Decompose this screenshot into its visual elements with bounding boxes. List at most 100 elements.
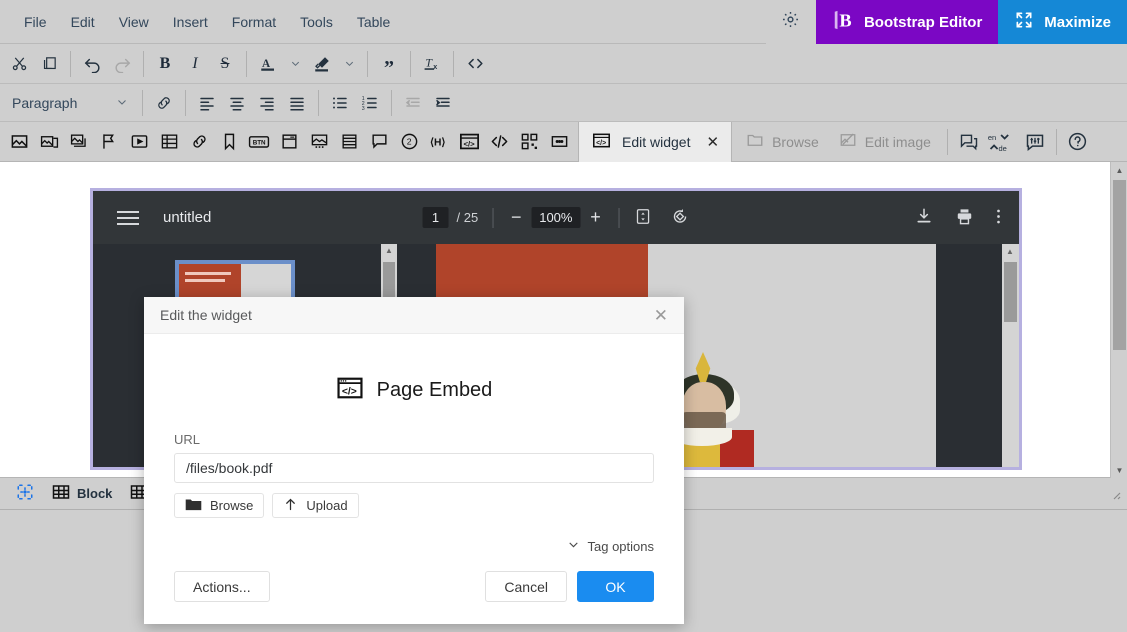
- rotate-button[interactable]: [670, 207, 689, 229]
- bold-button[interactable]: B: [150, 50, 180, 78]
- url-input[interactable]: [174, 453, 654, 483]
- fit-page-button[interactable]: [633, 207, 652, 229]
- insert-layers-button[interactable]: [64, 128, 94, 156]
- align-center-icon: [228, 94, 246, 112]
- scrollbar-thumb[interactable]: [1004, 262, 1017, 322]
- insert-bookmark-button[interactable]: [214, 128, 244, 156]
- svg-text:</>: </>: [341, 387, 356, 398]
- pdf-more-button[interactable]: [996, 207, 1001, 229]
- edit-widget-tab[interactable]: </> Edit widget ✕: [578, 121, 733, 162]
- zoom-out-button[interactable]: −: [507, 207, 525, 228]
- undo-button[interactable]: [77, 50, 107, 78]
- insert-stack-list-button[interactable]: [334, 128, 364, 156]
- cut-button[interactable]: [4, 50, 34, 78]
- url-field-label: URL: [174, 432, 201, 447]
- highlight-color-dropdown-button[interactable]: [337, 50, 361, 78]
- menu-item-table[interactable]: Table: [345, 8, 402, 36]
- outdent-button[interactable]: [398, 89, 428, 117]
- actions-button[interactable]: Actions...: [174, 571, 270, 602]
- menu-item-view[interactable]: View: [107, 8, 161, 36]
- dialog-header: Edit the widget ✕: [144, 297, 684, 334]
- copy-button[interactable]: [34, 50, 64, 78]
- insert-anchor-button[interactable]: [94, 128, 124, 156]
- print-button[interactable]: [955, 207, 974, 229]
- toolbar-row-1: B I S A ” T x: [0, 44, 1127, 84]
- insert-code-button[interactable]: [484, 128, 514, 156]
- align-center-button[interactable]: [222, 89, 252, 117]
- close-icon[interactable]: ✕: [654, 307, 668, 324]
- bootstrap-editor-button[interactable]: B Bootstrap Editor: [815, 0, 999, 44]
- dialog-browse-label: Browse: [210, 498, 254, 513]
- insert-card-button[interactable]: [274, 128, 304, 156]
- scroll-up-arrow-icon[interactable]: ▲: [385, 246, 393, 255]
- text-color-dropdown-button[interactable]: [283, 50, 307, 78]
- insert-comment-button[interactable]: [364, 128, 394, 156]
- clear-formatting-button[interactable]: T x: [417, 50, 447, 78]
- insert-image-button[interactable]: [4, 128, 34, 156]
- text-color-button[interactable]: A: [253, 50, 283, 78]
- dialog-browse-button[interactable]: Browse: [174, 493, 265, 518]
- pdf-page-scrollbar[interactable]: ▲: [1002, 244, 1019, 467]
- paragraph-format-select[interactable]: Paragraph: [4, 89, 136, 117]
- folder-icon: [746, 131, 764, 152]
- menu-item-file[interactable]: File: [12, 8, 59, 36]
- status-block-item[interactable]: Block: [46, 483, 118, 504]
- align-left-button[interactable]: [192, 89, 222, 117]
- download-button[interactable]: [915, 207, 933, 228]
- menu-item-edit[interactable]: Edit: [59, 8, 107, 36]
- scrollbar-thumb[interactable]: [1113, 180, 1126, 350]
- more-widgets-button[interactable]: [544, 128, 574, 156]
- translate-button[interactable]: en de: [984, 128, 1020, 156]
- chat-settings-button[interactable]: [1020, 128, 1050, 156]
- pdf-page-input[interactable]: 1: [422, 207, 449, 228]
- insert-button-widget-button[interactable]: BTN: [244, 128, 274, 156]
- redo-button[interactable]: [107, 50, 137, 78]
- cut-icon: [11, 55, 28, 72]
- menu-item-format[interactable]: Format: [220, 8, 288, 36]
- scroll-down-arrow-icon[interactable]: ▼: [1111, 462, 1127, 478]
- insert-footnote-button[interactable]: 2: [394, 128, 424, 156]
- scroll-up-arrow-icon[interactable]: ▲: [1006, 247, 1014, 256]
- insert-block-grid-button[interactable]: [514, 128, 544, 156]
- insert-link-button[interactable]: [149, 89, 179, 117]
- ok-button[interactable]: OK: [577, 571, 654, 602]
- strikethrough-button[interactable]: S: [210, 50, 240, 78]
- italic-button[interactable]: I: [180, 50, 210, 78]
- numbered-list-button[interactable]: 1 2 3: [355, 89, 385, 117]
- menu-item-insert[interactable]: Insert: [161, 8, 220, 36]
- comments-button[interactable]: [954, 128, 984, 156]
- tag-options-toggle[interactable]: Tag options: [174, 538, 654, 554]
- cancel-button[interactable]: Cancel: [485, 571, 567, 602]
- align-justify-button[interactable]: [282, 89, 312, 117]
- insert-gallery-button[interactable]: [34, 128, 64, 156]
- highlight-color-button[interactable]: [307, 50, 337, 78]
- insert-html-snippet-button[interactable]: ⟨H⟩: [424, 128, 454, 156]
- blockquote-button[interactable]: ”: [374, 50, 404, 78]
- bullet-list-button[interactable]: [325, 89, 355, 117]
- insert-link2-button[interactable]: [184, 128, 214, 156]
- zoom-in-button[interactable]: +: [586, 207, 604, 228]
- pdf-viewer-toolbar: untitled 1 / 25 − 100% +: [93, 191, 1019, 244]
- align-right-button[interactable]: [252, 89, 282, 117]
- menu-item-tools[interactable]: Tools: [288, 8, 345, 36]
- help-button[interactable]: [1063, 128, 1093, 156]
- insert-video-button[interactable]: [124, 128, 154, 156]
- browse-button[interactable]: Browse: [736, 127, 829, 157]
- insert-page-embed-button[interactable]: </>: [454, 128, 484, 156]
- resize-grip-icon[interactable]: [1109, 488, 1121, 503]
- indent-button[interactable]: [428, 89, 458, 117]
- maximize-button[interactable]: Maximize: [998, 0, 1127, 44]
- bootstrap-editor-label: Bootstrap Editor: [863, 13, 983, 31]
- close-icon[interactable]: ✕: [706, 133, 719, 151]
- source-code-button[interactable]: [460, 50, 490, 78]
- insert-table-button[interactable]: [154, 128, 184, 156]
- hamburger-icon[interactable]: [117, 207, 139, 229]
- insert-image-caption-button[interactable]: [304, 128, 334, 156]
- pdf-zoom-level[interactable]: 100%: [531, 207, 581, 228]
- edit-image-button[interactable]: Edit image: [829, 127, 941, 157]
- status-selection-marker[interactable]: [10, 483, 40, 504]
- scroll-up-arrow-icon[interactable]: ▲: [1111, 162, 1127, 178]
- settings-gear-button[interactable]: [765, 0, 816, 44]
- dialog-upload-button[interactable]: Upload: [272, 493, 359, 518]
- editor-scrollbar[interactable]: ▲ ▼: [1110, 162, 1127, 478]
